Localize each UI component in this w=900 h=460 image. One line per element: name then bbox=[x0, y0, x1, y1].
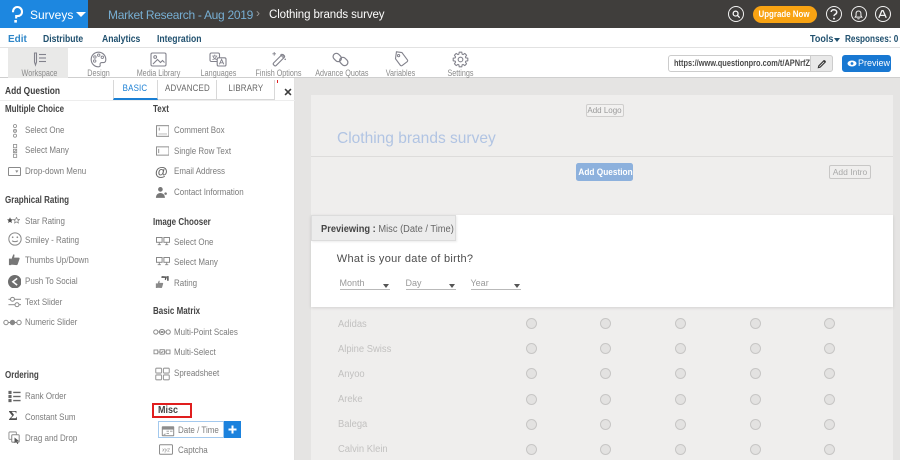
svg-text:xyz: xyz bbox=[161, 447, 170, 453]
